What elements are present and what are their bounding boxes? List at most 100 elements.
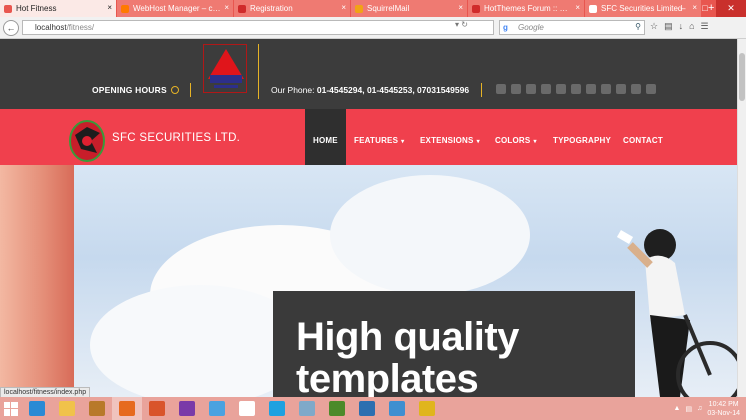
photo-icon[interactable] bbox=[142, 397, 172, 420]
menu-item-label: EXTENSIONS bbox=[420, 136, 474, 145]
system-tray: ▲ ▤ ♫ 10:42 PM 03-Nov-14 bbox=[674, 397, 746, 420]
menu-item-home[interactable]: HOME bbox=[313, 136, 338, 145]
instagram-icon[interactable] bbox=[556, 84, 566, 94]
linkedin-icon[interactable] bbox=[526, 84, 536, 94]
app-glyph bbox=[149, 401, 165, 416]
menu-item-extensions[interactable]: EXTENSIONS ▾ bbox=[420, 136, 480, 145]
start-button[interactable] bbox=[0, 397, 22, 420]
tab-favicon-icon bbox=[238, 4, 246, 13]
brand-logo[interactable] bbox=[67, 115, 107, 163]
search-placeholder: Google bbox=[518, 23, 544, 32]
top-info-strip bbox=[0, 39, 737, 109]
window-controls: – □ ✕ bbox=[672, 0, 746, 17]
menu-icon[interactable]: ☰ bbox=[701, 21, 709, 32]
rss-icon[interactable] bbox=[571, 84, 581, 94]
home-icon[interactable] bbox=[232, 397, 262, 420]
address-bar[interactable]: localhost/fitness/ bbox=[22, 20, 494, 35]
close-window-icon[interactable]: ✕ bbox=[716, 0, 746, 17]
bookmark-star-icon[interactable]: ☆ bbox=[650, 21, 658, 32]
network-icon[interactable]: ▤ bbox=[685, 405, 692, 413]
google-icon: g bbox=[503, 23, 508, 32]
explorer-icon[interactable] bbox=[52, 397, 82, 420]
reload-icon[interactable]: ▾ ↻ bbox=[455, 20, 468, 29]
app-yellow-icon[interactable] bbox=[412, 397, 442, 420]
minimize-icon[interactable]: – bbox=[672, 0, 694, 17]
chevron-down-icon: ▾ bbox=[476, 139, 480, 145]
browser-tab[interactable]: SquirrelMail × bbox=[351, 0, 467, 17]
firefox-icon[interactable] bbox=[112, 397, 142, 420]
divider bbox=[258, 44, 259, 99]
app-glyph bbox=[179, 401, 195, 416]
tab-close-icon[interactable]: × bbox=[224, 3, 229, 12]
brand-name[interactable]: SFC SECURITIES LTD. bbox=[112, 132, 240, 144]
tray-arrow-icon[interactable]: ▲ bbox=[674, 405, 681, 412]
tab-favicon-icon bbox=[4, 4, 12, 13]
chevron-down-icon: ▾ bbox=[401, 139, 405, 145]
tab-label: SquirrelMail bbox=[367, 4, 410, 13]
scrollbar[interactable] bbox=[737, 39, 746, 397]
menu-item-contact[interactable]: CONTACT bbox=[623, 136, 663, 145]
globe-icon[interactable] bbox=[382, 397, 412, 420]
maximize-icon[interactable]: □ bbox=[694, 0, 716, 17]
opening-hours-link[interactable]: OPENING HOURS bbox=[92, 85, 179, 95]
browser-tab[interactable]: WebHost Manager – cp... × bbox=[117, 0, 233, 17]
back-icon[interactable]: ← bbox=[3, 19, 19, 36]
tab-close-icon[interactable]: × bbox=[458, 3, 463, 12]
search-input[interactable]: g Google ⚲ bbox=[499, 20, 645, 35]
tablet-icon[interactable] bbox=[292, 397, 322, 420]
company-seal-logo bbox=[203, 44, 247, 93]
system-clock[interactable]: 10:42 PM 03-Nov-14 bbox=[707, 400, 740, 418]
vimeo-icon[interactable] bbox=[631, 84, 641, 94]
thunderbird-icon[interactable] bbox=[352, 397, 382, 420]
phone-numbers: 01-4545294, 01-4545253, 07031549596 bbox=[316, 85, 470, 95]
download-icon[interactable]: ↓ bbox=[679, 21, 684, 32]
app-glyph bbox=[209, 401, 225, 416]
tab-close-icon[interactable]: × bbox=[341, 3, 346, 12]
app-glyph bbox=[269, 401, 285, 416]
volume-icon[interactable]: ♫ bbox=[697, 405, 702, 412]
googleplus-icon[interactable] bbox=[646, 84, 656, 94]
pinterest-icon[interactable] bbox=[541, 84, 551, 94]
tab-close-icon[interactable]: × bbox=[575, 3, 580, 12]
tab-close-icon[interactable]: × bbox=[107, 3, 112, 12]
phone-info: Our Phone: 01-4545294, 01-4545253, 07031… bbox=[271, 85, 469, 95]
onenote-icon[interactable] bbox=[172, 397, 202, 420]
app-glyph bbox=[239, 401, 255, 416]
menu-item-label: HOME bbox=[313, 136, 338, 145]
ie-icon[interactable] bbox=[22, 397, 52, 420]
menu-item-typography[interactable]: TYPOGRAPHY bbox=[553, 136, 611, 145]
browser-tab[interactable]: Registration × bbox=[234, 0, 350, 17]
home-icon[interactable]: ⌂ bbox=[689, 21, 694, 32]
mail-icon[interactable] bbox=[202, 397, 232, 420]
menu-item-label: TYPOGRAPHY bbox=[553, 136, 612, 145]
search-icon[interactable]: ⚲ bbox=[635, 22, 641, 31]
flickr-icon[interactable] bbox=[586, 84, 596, 94]
hero-side-image bbox=[0, 165, 74, 397]
app-glyph bbox=[419, 401, 435, 416]
windows-taskbar bbox=[0, 397, 746, 420]
tab-label: Registration bbox=[250, 4, 293, 13]
tab-label: HotThemes Forum :: Ne... bbox=[484, 4, 572, 13]
app-glyph bbox=[329, 401, 345, 416]
scrollbar-thumb[interactable] bbox=[739, 53, 745, 101]
twitter-icon[interactable] bbox=[496, 84, 506, 94]
skype-icon[interactable] bbox=[262, 397, 292, 420]
browser-tab[interactable]: Hot Fitness × bbox=[0, 0, 116, 17]
phone-label: Our Phone: bbox=[271, 85, 315, 95]
browser-tab[interactable]: HotThemes Forum :: Ne... × bbox=[468, 0, 584, 17]
clipboard-icon[interactable]: ▤ bbox=[664, 21, 673, 32]
facebook-icon[interactable] bbox=[511, 84, 521, 94]
windows-icon bbox=[4, 401, 18, 416]
hero-heading-line1: High quality bbox=[296, 315, 519, 359]
clock-date: 03-Nov-14 bbox=[707, 409, 740, 417]
dreamweaver-icon[interactable] bbox=[322, 397, 352, 420]
tumblr-icon[interactable] bbox=[601, 84, 611, 94]
youtube-icon[interactable] bbox=[616, 84, 626, 94]
app-glyph bbox=[299, 401, 315, 416]
tab-favicon-icon bbox=[472, 4, 480, 13]
menu-item-colors[interactable]: COLORS ▾ bbox=[495, 136, 537, 145]
menu-item-features[interactable]: FEATURES ▾ bbox=[354, 136, 404, 145]
app-brown-icon[interactable] bbox=[82, 397, 112, 420]
app-glyph bbox=[89, 401, 105, 416]
tab-favicon-icon bbox=[355, 4, 363, 13]
